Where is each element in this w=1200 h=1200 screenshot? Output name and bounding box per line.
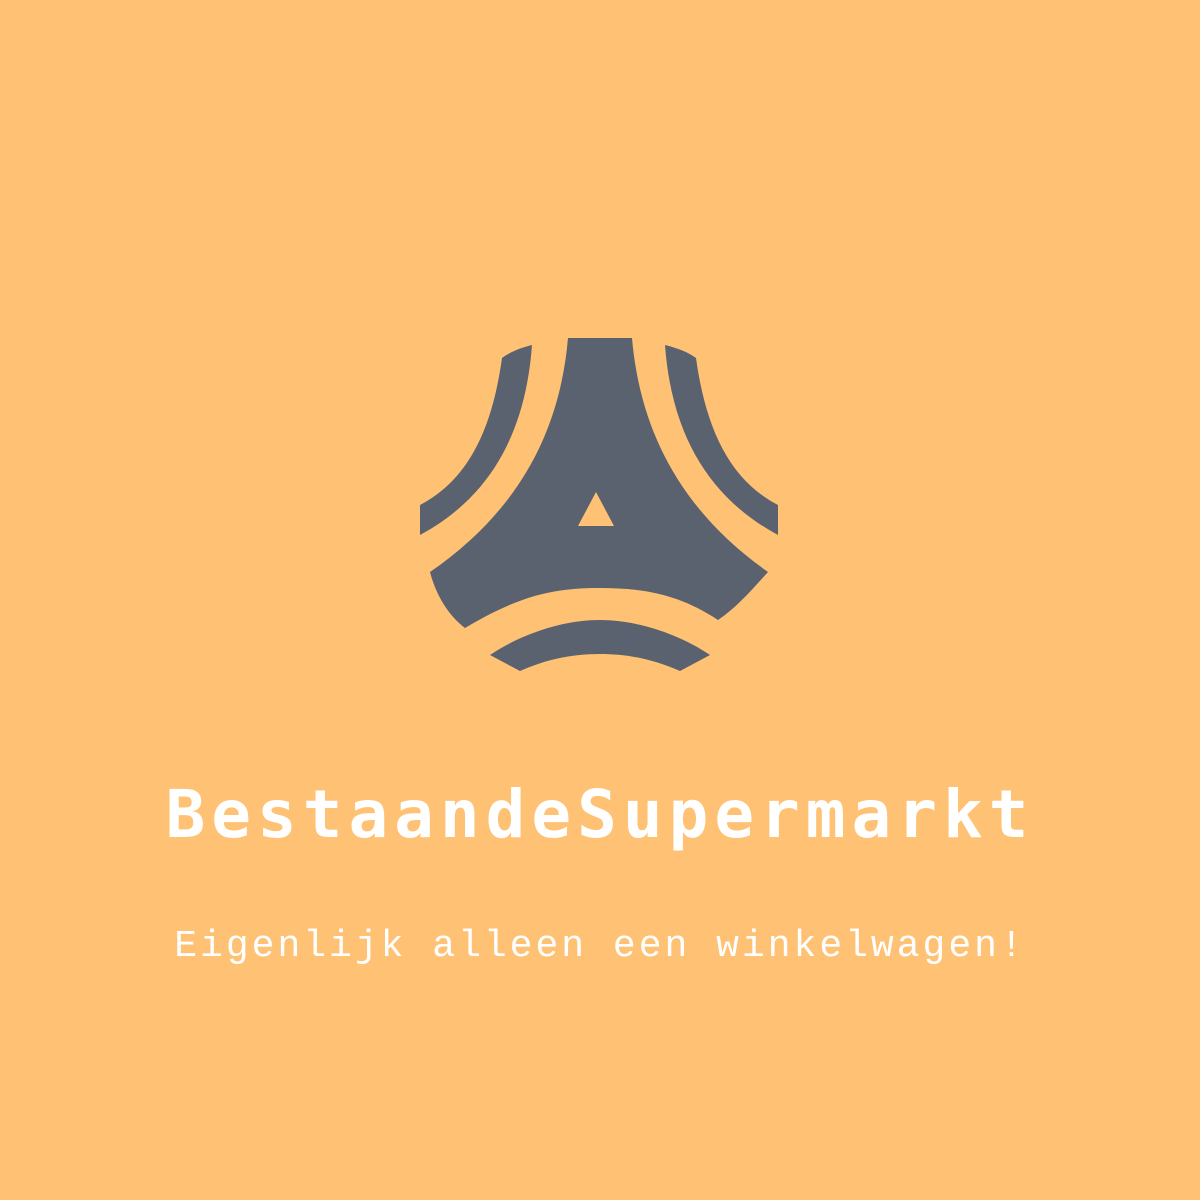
logo-bottom-arc <box>490 620 710 671</box>
brand-name: BestaandeSupermarkt <box>165 776 1035 853</box>
logo-emblem-icon <box>400 330 800 680</box>
tagline: Eigenlijk alleen een winkelwagen! <box>174 925 1026 968</box>
logo-emblem-svg <box>420 338 778 671</box>
page: { "colors": { "background": "#FFC174", "… <box>0 0 1200 1200</box>
